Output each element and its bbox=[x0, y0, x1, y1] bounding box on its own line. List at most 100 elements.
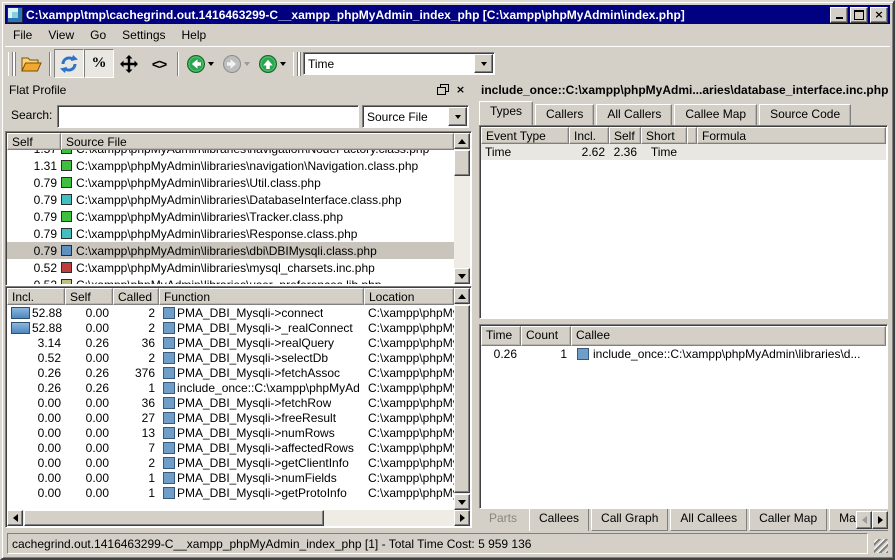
scroll-up-button[interactable] bbox=[454, 133, 470, 149]
callee-row[interactable]: 0.261include_once::C:\xampp\phpMyAdmin\l… bbox=[481, 346, 886, 362]
function-name: PMA_DBI_Mysqli->numRows bbox=[177, 426, 335, 440]
minimize-button[interactable] bbox=[830, 7, 848, 23]
location-cell: C:\xampp\phpMy... bbox=[364, 441, 454, 455]
file-list-row[interactable]: 0.79C:\xampp\phpMyAdmin\libraries\Util.c… bbox=[7, 174, 454, 191]
open-file-button[interactable] bbox=[16, 49, 46, 78]
function-table-row[interactable]: 0.000.0013PMA_DBI_Mysqli->numRowsC:\xamp… bbox=[7, 425, 454, 440]
tab-source-code[interactable]: Source Code bbox=[759, 104, 851, 125]
menu-item-view[interactable]: View bbox=[40, 26, 82, 44]
cycle-detection-button[interactable] bbox=[54, 49, 84, 78]
menu-item-file[interactable]: File bbox=[5, 26, 40, 44]
relative-percent-button[interactable]: % bbox=[84, 49, 114, 78]
close-icon: × bbox=[456, 83, 465, 96]
scrollbar-thumb[interactable] bbox=[454, 150, 470, 176]
menu-item-settings[interactable]: Settings bbox=[114, 26, 173, 44]
forward-button[interactable] bbox=[218, 50, 254, 77]
file-list-row[interactable]: 0.79C:\xampp\phpMyAdmin\libraries\Databa… bbox=[7, 191, 454, 208]
column-header[interactable]: Time bbox=[481, 326, 521, 346]
tab-types[interactable]: Types bbox=[479, 101, 533, 125]
scroll-down-button[interactable] bbox=[454, 494, 470, 510]
column-header[interactable]: Incl. bbox=[7, 288, 65, 305]
file-list-row[interactable]: 0.52C:\xampp\phpMyAdmin\libraries\mysql_… bbox=[7, 259, 454, 276]
function-table-row[interactable]: 0.000.001PMA_DBI_Mysqli->getProtoInfoC:\… bbox=[7, 485, 454, 500]
column-header[interactable]: Self bbox=[609, 127, 641, 144]
function-name-cell: PMA_DBI_Mysqli->fetchRow bbox=[159, 396, 364, 410]
title-bar[interactable]: C:\xampp\tmp\cachegrind.out.1416463299-C… bbox=[5, 5, 890, 24]
column-header[interactable]: Event Type bbox=[481, 127, 569, 144]
tab-scroll-right-button[interactable] bbox=[872, 511, 888, 529]
tab-all-callers[interactable]: All Callers bbox=[596, 104, 672, 125]
menu-item-go[interactable]: Go bbox=[82, 26, 114, 44]
toolbar-grip[interactable] bbox=[293, 52, 298, 76]
column-header[interactable]: Self bbox=[7, 133, 61, 150]
column-header[interactable]: Called bbox=[113, 288, 159, 305]
function-table-row[interactable]: 52.880.002PMA_DBI_Mysqli->_realConnectC:… bbox=[7, 320, 454, 335]
tab-callers[interactable]: Callers bbox=[535, 104, 594, 125]
function-table-row[interactable]: 0.520.002PMA_DBI_Mysqli->selectDbC:\xamp… bbox=[7, 350, 454, 365]
scroll-down-button[interactable] bbox=[454, 268, 470, 284]
column-header[interactable]: Source File bbox=[61, 133, 454, 150]
function-table-row[interactable]: 52.880.002PMA_DBI_Mysqli->connectC:\xamp… bbox=[7, 305, 454, 320]
tab-all-callees[interactable]: All Callees bbox=[670, 509, 747, 531]
dock-move-button[interactable] bbox=[114, 49, 144, 78]
function-table-row[interactable]: 0.260.261include_once::C:\xampp\phpMyAd.… bbox=[7, 380, 454, 395]
column-header[interactable]: Count bbox=[521, 326, 571, 346]
resize-grip[interactable] bbox=[874, 539, 888, 553]
scroll-left-button[interactable] bbox=[7, 510, 23, 526]
column-header[interactable]: Location bbox=[364, 288, 454, 305]
tab-callee-map[interactable]: Callee Map bbox=[674, 104, 757, 125]
file-list-row[interactable]: 0.52C:\xampp\phpMyAdmin\libraries\user_p… bbox=[7, 276, 454, 284]
combo-dropdown-button[interactable] bbox=[448, 107, 467, 126]
back-dropdown-icon[interactable] bbox=[208, 62, 214, 66]
tab-call-graph[interactable]: Call Graph bbox=[591, 509, 668, 531]
column-header[interactable]: Formula bbox=[697, 127, 886, 144]
tab-caller-map[interactable]: Caller Map bbox=[749, 509, 827, 531]
column-header[interactable] bbox=[687, 127, 697, 144]
function-table-row[interactable]: 3.140.2636PMA_DBI_Mysqli->realQueryC:\xa… bbox=[7, 335, 454, 350]
file-list-row[interactable]: 1.57C:\xampp\phpMyAdmin\libraries\naviga… bbox=[7, 150, 454, 157]
file-list-row[interactable]: 0.79C:\xampp\phpMyAdmin\libraries\Tracke… bbox=[7, 208, 454, 225]
self-cost-cell: 0.00 bbox=[65, 456, 113, 470]
menu-item-help[interactable]: Help bbox=[174, 26, 215, 44]
function-table-row[interactable]: 0.000.0036PMA_DBI_Mysqli->fetchRowC:\xam… bbox=[7, 395, 454, 410]
function-table-horizontal-scrollbar[interactable] bbox=[7, 510, 470, 526]
function-table-row[interactable]: 0.000.002PMA_DBI_Mysqli->getClientInfoC:… bbox=[7, 455, 454, 470]
function-table-vertical-scrollbar[interactable] bbox=[454, 288, 470, 510]
up-button[interactable] bbox=[254, 50, 290, 77]
float-icon bbox=[437, 87, 446, 95]
function-table-row[interactable]: 0.000.0027PMA_DBI_Mysqli->freeResultC:\x… bbox=[7, 410, 454, 425]
combo-dropdown-button[interactable] bbox=[474, 54, 493, 73]
tab-callees[interactable]: Callees bbox=[529, 509, 589, 531]
search-input[interactable] bbox=[57, 105, 359, 128]
group-by-combo[interactable]: Source File bbox=[362, 105, 469, 128]
function-table-row[interactable]: 0.260.26376PMA_DBI_Mysqli->fetchAssocC:\… bbox=[7, 365, 454, 380]
event-type-combo[interactable]: Time bbox=[303, 52, 495, 75]
scrollbar-thumb[interactable] bbox=[454, 305, 470, 493]
column-header[interactable]: Self bbox=[65, 288, 113, 305]
file-list-vertical-scrollbar[interactable] bbox=[454, 133, 470, 284]
file-list-row[interactable]: 0.79C:\xampp\phpMyAdmin\libraries\Respon… bbox=[7, 225, 454, 242]
tab-scroll-left-button[interactable] bbox=[856, 511, 872, 529]
file-list-row[interactable]: 0.79C:\xampp\phpMyAdmin\libraries\dbi\DB… bbox=[7, 242, 454, 259]
column-header[interactable]: Function bbox=[159, 288, 364, 305]
dock-float-button[interactable] bbox=[435, 83, 450, 97]
scroll-right-button[interactable] bbox=[454, 510, 470, 526]
close-button[interactable]: × bbox=[870, 7, 888, 23]
function-table-row[interactable]: 0.000.007PMA_DBI_Mysqli->affectedRowsC:\… bbox=[7, 440, 454, 455]
dock-title-bar[interactable]: Flat Profile × bbox=[5, 80, 472, 99]
up-dropdown-icon[interactable] bbox=[280, 62, 286, 66]
column-header[interactable]: Short bbox=[641, 127, 687, 144]
function-table-row[interactable]: 0.000.001PMA_DBI_Mysqli->numFieldsC:\xam… bbox=[7, 470, 454, 485]
column-header[interactable]: Callee bbox=[571, 326, 886, 346]
search-row: Search: Source File bbox=[5, 103, 472, 129]
toolbar-grip[interactable] bbox=[8, 52, 13, 76]
back-button[interactable] bbox=[182, 50, 218, 77]
file-list-row[interactable]: 1.31C:\xampp\phpMyAdmin\libraries\naviga… bbox=[7, 157, 454, 174]
event-type-row[interactable]: Time2.622.36Time bbox=[481, 144, 886, 160]
maximize-button[interactable] bbox=[850, 7, 868, 23]
expand-symbols-button[interactable]: <> bbox=[144, 49, 174, 78]
dock-close-button[interactable]: × bbox=[453, 83, 468, 97]
column-header[interactable]: Incl. bbox=[569, 127, 609, 144]
scroll-up-button[interactable] bbox=[454, 288, 470, 304]
scrollbar-thumb[interactable] bbox=[24, 510, 324, 526]
